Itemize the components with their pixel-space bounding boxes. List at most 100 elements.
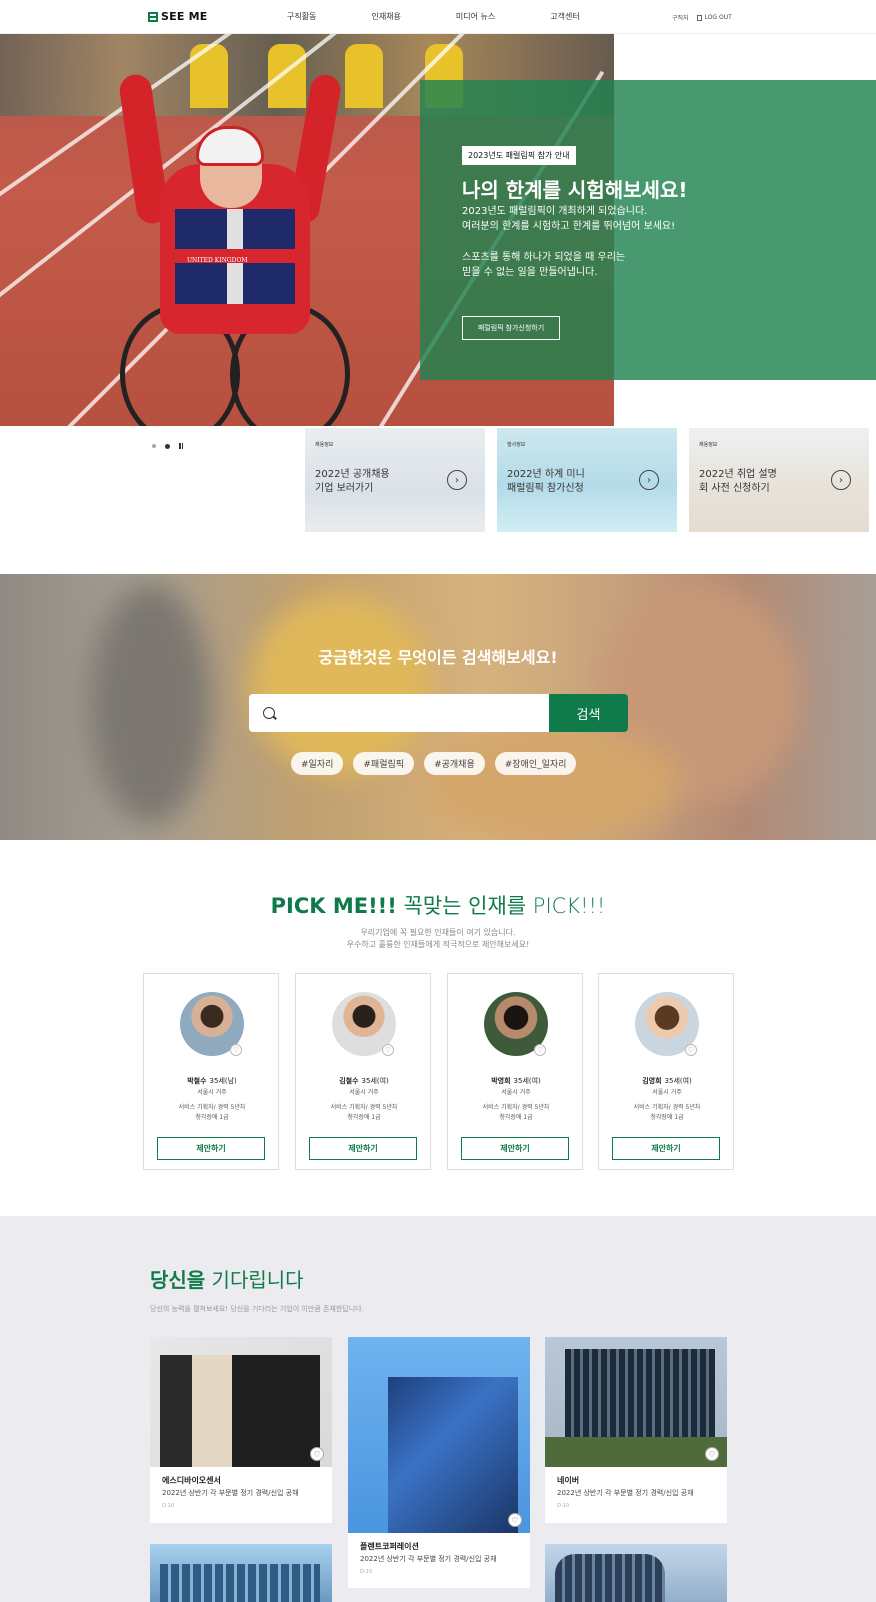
user-menu: 구직자 LOG OUT bbox=[672, 13, 732, 22]
logo-text: SEE ME bbox=[161, 10, 208, 23]
waiting-title-bold: 당신을 bbox=[150, 1268, 206, 1292]
candidate-location: 서울시 거주 bbox=[501, 1089, 531, 1096]
promo-card-recruit[interactable]: 채용정보 2022년 공개채용 기업 보러가기 › bbox=[305, 428, 485, 532]
offer-button[interactable]: 제안하기 bbox=[461, 1137, 569, 1160]
nav-item-support[interactable]: 고객센터 bbox=[550, 11, 579, 22]
heart-icon[interactable]: ♡ bbox=[382, 1044, 394, 1056]
logout-button[interactable]: LOG OUT bbox=[696, 13, 732, 22]
waiting-description: 당신의 능력을 펼쳐보세요! 당신을 기다리는 기업이 이만큼 존재한답니다. bbox=[150, 1305, 364, 1313]
pick-title-light: 꼭맞는 인재를 PICK!!! bbox=[396, 894, 606, 918]
paralympic-apply-button[interactable]: 패럴림픽 참가신청하기 bbox=[462, 316, 560, 340]
company-dday: D-10 bbox=[162, 1503, 175, 1509]
pick-desc-line: 우리기업에 꼭 필요한 인재들이 여기 있습니다. bbox=[360, 928, 516, 937]
candidate-job: 서비스 기획자/ 경력 5년차 청각장애 1급 bbox=[599, 1103, 735, 1123]
hashtag-chip[interactable]: #일자리 bbox=[291, 752, 344, 775]
candidate-info: 35세(여) bbox=[513, 1077, 541, 1085]
candidate-card: ♡ 김철수 35세(여) 서울시 거주 서비스 기획자/ 경력 5년차 청각장애 … bbox=[295, 973, 431, 1170]
company-card[interactable] bbox=[150, 1544, 332, 1602]
hero-title: 나의 한계를 시험해보세요! bbox=[462, 178, 688, 202]
candidate-card: ♡ 김영희 35세(여) 서울시 거주 서비스 기획자/ 경력 5년차 청각장애 … bbox=[598, 973, 734, 1170]
offer-button[interactable]: 제안하기 bbox=[612, 1137, 720, 1160]
union-jack-jersey: UNITED KINGDOM bbox=[175, 209, 295, 304]
heart-icon[interactable]: ♡ bbox=[310, 1447, 324, 1461]
heart-icon[interactable]: ♡ bbox=[705, 1447, 719, 1461]
slider-dot[interactable] bbox=[152, 444, 156, 448]
company-card[interactable]: ♡ 플렌트코퍼레이션 2022년 상반기 각 부문별 정기 경력/신입 공채 D… bbox=[348, 1337, 530, 1588]
company-image: ♡ bbox=[348, 1337, 530, 1533]
search-box bbox=[249, 694, 549, 732]
logo-icon bbox=[148, 11, 158, 22]
chevron-right-icon[interactable]: › bbox=[831, 470, 851, 490]
waiting-title: 당신을 기다립니다 bbox=[150, 1264, 304, 1293]
candidate-grade: 청각장애 1급 bbox=[650, 1114, 684, 1121]
company-image: ♡ bbox=[545, 1337, 727, 1467]
page: SEE ME 구직활동 인재채용 미디어 뉴스 고객센터 구직자 LOG OUT bbox=[0, 0, 876, 1602]
hero-marker bbox=[268, 44, 306, 108]
nav-item-media-news[interactable]: 미디어 뉴스 bbox=[456, 11, 495, 22]
heart-icon[interactable]: ♡ bbox=[534, 1044, 546, 1056]
hero-desc-line: 믿을 수 없는 일을 만들어냅니다. bbox=[462, 267, 598, 278]
company-name: 플렌트코퍼레이션 bbox=[360, 1542, 419, 1551]
jersey-text: UNITED KINGDOM bbox=[187, 257, 248, 264]
candidate-grade: 청각장애 1급 bbox=[499, 1114, 533, 1121]
offer-button[interactable]: 제안하기 bbox=[157, 1137, 265, 1160]
candidate-name: 김영희 35세(여) bbox=[599, 1076, 735, 1086]
chevron-right-icon[interactable]: › bbox=[447, 470, 467, 490]
nav-item-job-search[interactable]: 구직활동 bbox=[287, 11, 316, 22]
candidate-job: 서비스 기획자/ 경력 5년차 청각장애 1급 bbox=[144, 1103, 280, 1123]
search-button[interactable]: 검색 bbox=[549, 694, 628, 732]
company-card[interactable]: ♡ 에스디바이오센서 2022년 상반기 각 부문별 정기 경력/신입 공채 D… bbox=[150, 1337, 332, 1523]
logout-icon bbox=[696, 14, 702, 21]
building-shape bbox=[555, 1554, 665, 1602]
candidate-name: 김철수 35세(여) bbox=[296, 1076, 432, 1086]
logo[interactable]: SEE ME bbox=[148, 10, 207, 23]
company-name: 네이버 bbox=[557, 1476, 580, 1485]
bg-blur bbox=[420, 724, 680, 840]
heart-icon[interactable]: ♡ bbox=[230, 1044, 242, 1056]
candidate-name-text: 김철수 bbox=[339, 1077, 359, 1085]
user-type-label: 구직자 bbox=[672, 15, 689, 22]
company-card[interactable] bbox=[545, 1544, 727, 1602]
candidate-job-line: 서비스 기획자/ 경력 5년차 bbox=[330, 1104, 398, 1111]
promo-title: 2022년 하계 미니 패럴림픽 참가신청 bbox=[507, 468, 627, 496]
trees-shape bbox=[545, 1437, 727, 1467]
promo-title: 2022년 취업 설명 회 사전 신청하기 bbox=[699, 468, 819, 496]
main-nav: 구직활동 인재채용 미디어 뉴스 고객센터 bbox=[287, 11, 635, 22]
hashtag-chip[interactable]: #장애인_일자리 bbox=[494, 752, 577, 775]
heart-icon[interactable]: ♡ bbox=[685, 1044, 697, 1056]
candidate-name-text: 박영희 bbox=[491, 1077, 511, 1085]
candidate-job-line: 서비스 기획자/ 경력 5년차 bbox=[633, 1104, 701, 1111]
search-icon bbox=[263, 707, 275, 719]
chevron-right-icon[interactable]: › bbox=[639, 470, 659, 490]
pause-icon[interactable] bbox=[179, 443, 183, 449]
slider-dot-active[interactable] bbox=[165, 443, 170, 449]
company-dday: D-10 bbox=[557, 1503, 570, 1509]
pick-description: 우리기업에 꼭 필요한 인재들이 여기 있습니다. 우수하고 훌륭한 인재들에게… bbox=[0, 927, 876, 951]
hero-desc-line: 2023년도 패럴림픽이 개최하게 되었습니다. bbox=[462, 206, 648, 217]
company-image bbox=[150, 1544, 332, 1602]
hero-desc-line: 여러분의 한계를 시험하고 한계를 뛰어넘어 보세요! bbox=[462, 221, 676, 232]
heart-icon[interactable]: ♡ bbox=[508, 1513, 522, 1527]
promo-card-info-session[interactable]: 채용정보 2022년 취업 설명 회 사전 신청하기 › bbox=[689, 428, 869, 532]
hero-tag: 2023년도 패럴림픽 참가 안내 bbox=[462, 146, 576, 165]
offer-button[interactable]: 제안하기 bbox=[309, 1137, 417, 1160]
company-card[interactable]: ♡ 네이버 2022년 상반기 각 부문별 정기 경력/신입 공채 D-10 bbox=[545, 1337, 727, 1523]
company-description: 2022년 상반기 각 부문별 정기 경력/신입 공채 bbox=[557, 1489, 694, 1497]
promo-card-event[interactable]: 행사정보 2022년 하계 미니 패럴림픽 참가신청 › bbox=[497, 428, 677, 532]
search-input[interactable] bbox=[285, 698, 535, 728]
nav-item-recruit[interactable]: 인재채용 bbox=[371, 11, 400, 22]
pick-desc-line: 우수하고 훌륭한 인재들에게 적극적으로 제안해보세요! bbox=[346, 940, 530, 949]
candidate-location: 서울시 거주 bbox=[197, 1089, 227, 1096]
candidate-job: 서비스 기획자/ 경력 5년차 청각장애 1급 bbox=[296, 1103, 432, 1123]
logout-label: LOG OUT bbox=[704, 14, 732, 21]
candidate-job: 서비스 기획자/ 경력 5년차 청각장애 1급 bbox=[448, 1103, 584, 1123]
slider-controls bbox=[152, 443, 183, 449]
company-name: 에스디바이오센서 bbox=[162, 1476, 221, 1485]
promo-title-line: 2022년 공개채용 bbox=[315, 469, 390, 480]
hashtag-chip[interactable]: #공개채용 bbox=[424, 752, 485, 775]
search-title: 궁금한것은 무엇이든 검색해보세요! bbox=[318, 648, 558, 667]
candidate-info: 35세(여) bbox=[664, 1077, 692, 1085]
hashtag-chip[interactable]: #패럴림픽 bbox=[353, 752, 415, 775]
building-shape bbox=[160, 1355, 320, 1467]
candidate-job-line: 서비스 기획자/ 경력 5년차 bbox=[482, 1104, 550, 1111]
